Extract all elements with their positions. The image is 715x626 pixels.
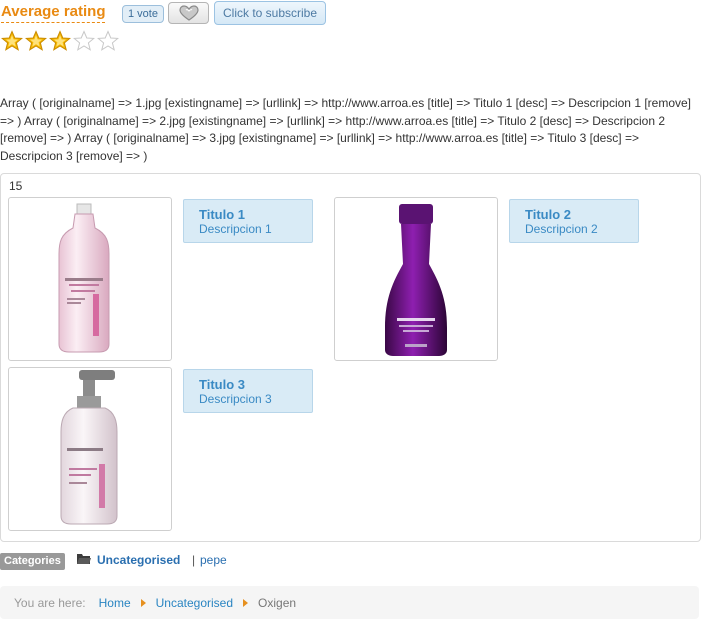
category-link-uncategorised[interactable]: Uncategorised	[97, 553, 180, 568]
star-empty-icon[interactable]	[97, 30, 119, 52]
gallery-item-title: Titulo 3	[199, 377, 245, 392]
gallery-count: 15	[9, 179, 23, 193]
breadcrumb-label: You are here:	[14, 595, 86, 610]
gallery-item-desc: Descripcion 1	[199, 222, 272, 236]
categories-label: Categories	[0, 553, 65, 570]
star-rating[interactable]	[1, 30, 119, 52]
product-image-purple-bottle	[385, 204, 447, 356]
gallery-caption-1[interactable]: Titulo 1 Descripcion 1	[183, 199, 313, 243]
favorite-button[interactable]	[168, 2, 209, 24]
subscribe-button[interactable]: Click to subscribe	[214, 1, 327, 25]
product-image-pump-bottle	[60, 370, 118, 525]
debug-array-output: Array ( [originalname] => 1.jpg [existin…	[0, 96, 692, 163]
vote-count-badge: 1 vote	[122, 5, 164, 23]
heart-icon	[178, 5, 199, 21]
star-empty-icon[interactable]	[73, 30, 95, 52]
folder-icon	[77, 554, 91, 564]
star-filled-icon[interactable]	[49, 30, 71, 52]
gallery-thumbnail-1[interactable]	[8, 197, 172, 361]
star-filled-icon[interactable]	[1, 30, 23, 52]
chevron-right-icon	[140, 598, 146, 607]
gallery-item-desc: Descripcion 2	[525, 222, 598, 236]
image-gallery: 15 Titulo 1 Descripcion 1 Titulo 2 Descr…	[0, 173, 701, 542]
category-link-pepe[interactable]: pepe	[200, 553, 227, 568]
breadcrumb-home[interactable]: Home	[99, 596, 131, 610]
gallery-caption-2[interactable]: Titulo 2 Descripcion 2	[509, 199, 639, 243]
gallery-thumbnail-3[interactable]	[8, 367, 172, 531]
gallery-thumbnail-2[interactable]	[334, 197, 498, 361]
chevron-right-icon	[243, 598, 249, 607]
breadcrumb-uncategorised[interactable]: Uncategorised	[156, 596, 233, 610]
product-image-pink-bottle	[58, 203, 110, 353]
breadcrumb: You are here: Home Uncategorised Oxigen	[0, 586, 699, 619]
gallery-item-title: Titulo 1	[199, 207, 245, 222]
rating-title: Average rating	[1, 3, 106, 23]
gallery-item-desc: Descripcion 3	[199, 392, 272, 406]
gallery-item-title: Titulo 2	[525, 207, 571, 222]
gallery-caption-3[interactable]: Titulo 3 Descripcion 3	[183, 369, 313, 413]
breadcrumb-current: Oxigen	[258, 595, 297, 610]
star-filled-icon[interactable]	[25, 30, 47, 52]
category-separator: |	[192, 553, 196, 567]
